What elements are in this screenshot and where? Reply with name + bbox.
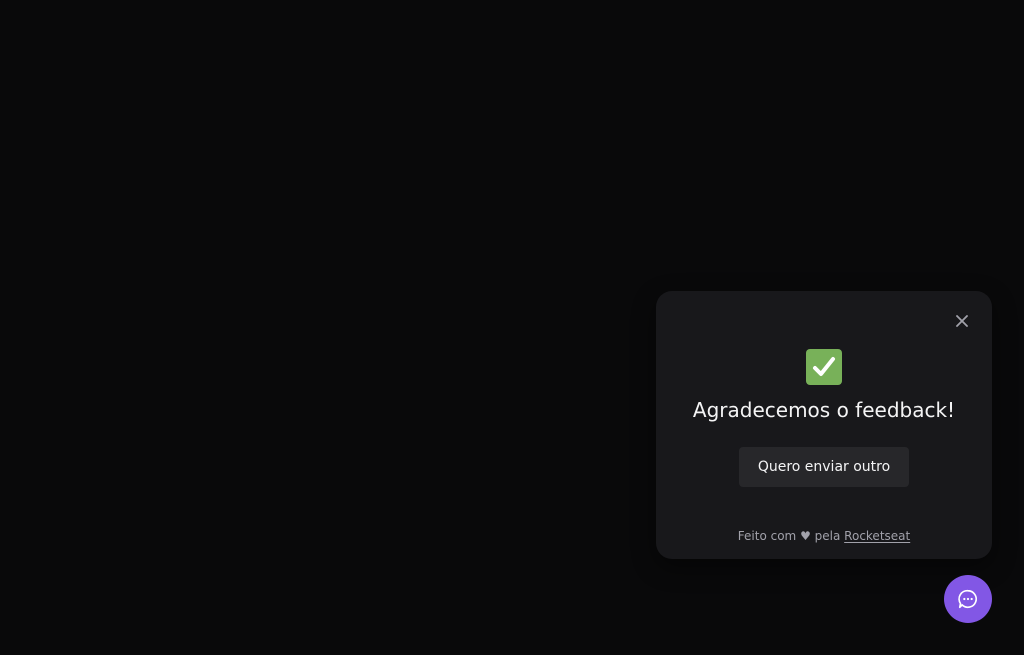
footer-credit: Feito com ♥ pela Rocketseat — [656, 528, 992, 544]
chat-bubble-icon — [958, 589, 977, 609]
rocketseat-link[interactable]: Rocketseat — [844, 529, 910, 543]
feedback-launcher-button[interactable] — [944, 575, 992, 623]
success-title: Agradecemos o feedback! — [692, 398, 956, 422]
check-box-icon — [806, 349, 842, 385]
close-icon — [956, 315, 968, 327]
footer-middle: pela — [814, 529, 841, 543]
feedback-widget-card: Agradecemos o feedback! Quero enviar out… — [656, 291, 992, 559]
heart-icon: ♥ — [800, 529, 811, 543]
close-button[interactable] — [954, 313, 970, 329]
footer-prefix: Feito com — [737, 529, 797, 543]
send-another-button[interactable]: Quero enviar outro — [739, 447, 909, 487]
page: Agradecemos o feedback! Quero enviar out… — [0, 0, 1024, 655]
